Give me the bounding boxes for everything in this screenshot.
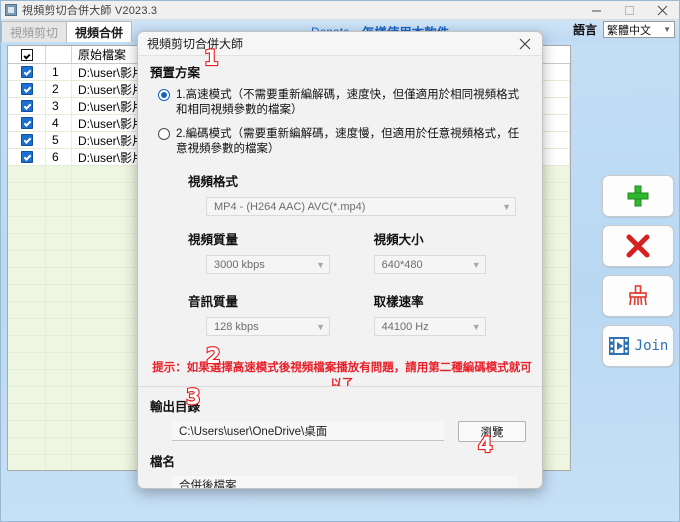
output-dir-label: 輸出目錄 — [150, 400, 201, 414]
chevron-down-icon: ▼ — [471, 321, 481, 332]
filename-label: 檔名 — [150, 455, 176, 469]
row-index: 1 — [46, 64, 72, 80]
output-dir-value: C:\Users\user\OneDrive\桌面 — [179, 426, 328, 438]
video-size-value: 640*480 — [381, 258, 423, 271]
clear-list-button[interactable] — [602, 275, 674, 317]
checkbox-checked-icon — [20, 66, 33, 78]
preset-option-encode[interactable]: 2.編碼模式（需要重新編解碼，速度慢，但適用於任意視頻格式，任意視頻參數的檔案） — [150, 127, 530, 157]
tool-rail: Join — [602, 175, 674, 367]
audio-quality-value: 128 kbps — [214, 320, 259, 333]
film-play-icon — [608, 337, 629, 355]
row-checkbox[interactable] — [8, 81, 46, 97]
dialog-title: 視頻剪切合併大師 — [147, 37, 244, 51]
close-icon[interactable] — [646, 1, 679, 20]
language-area: 語言 繁體中文 ▼ — [573, 21, 675, 38]
checkbox-checked-icon — [20, 83, 33, 95]
broom-icon — [629, 285, 647, 306]
column-index — [46, 46, 72, 63]
checkbox-checked-icon — [20, 151, 33, 163]
video-quality-label: 視頻質量 — [188, 233, 239, 247]
checkbox-icon — [20, 48, 33, 61]
maximize-icon[interactable] — [613, 1, 646, 20]
remove-file-button[interactable] — [602, 225, 674, 267]
preset-option-encode-label: 2.編碼模式（需要重新編解碼，速度慢，但適用於任意視頻格式，任意視頻參數的檔案） — [176, 128, 520, 155]
chevron-down-icon: ▼ — [471, 259, 481, 270]
video-size-label: 視頻大小 — [373, 233, 424, 247]
cross-icon — [626, 234, 650, 258]
row-index: 3 — [46, 98, 72, 114]
checkbox-checked-icon — [20, 100, 33, 112]
audio-group: 音訊質量 128 kbps ▼ 取樣速率 44100 Hz ▼ — [150, 291, 530, 336]
row-checkbox[interactable] — [8, 132, 46, 148]
app-icon — [5, 4, 17, 16]
application-window: 視頻剪切合併大師 V2023.3 視頻剪切 視頻合併 Donate 怎樣使用本軟… — [0, 0, 680, 522]
minimize-icon[interactable] — [580, 1, 613, 20]
video-format-group: 視頻格式 MP4 - (H264 AAC) AVC(*.mp4) ▼ — [150, 171, 530, 216]
chevron-down-icon: ▼ — [316, 321, 325, 332]
audio-quality-label: 音訊質量 — [188, 295, 239, 309]
plus-icon — [627, 185, 649, 207]
video-quality-size-group: 視頻質量 3000 kbps ▼ 視頻大小 640*480 ▼ — [150, 229, 530, 274]
dialog-title-bar: 視頻剪切合併大師 — [138, 32, 542, 56]
row-checkbox[interactable] — [8, 98, 46, 114]
merge-settings-dialog: 視頻剪切合併大師 預置方案 1.高速模式（不需要重新編解碼，速度快，但僅適用於相… — [137, 31, 543, 489]
video-format-value: MP4 - (H264 AAC) AVC(*.mp4) — [214, 200, 366, 213]
annotation-4: 4 — [477, 433, 494, 457]
audio-quality-select[interactable]: 128 kbps ▼ — [206, 317, 330, 336]
sample-rate-value: 44100 Hz — [381, 320, 429, 333]
tab-video-cut[interactable]: 視頻剪切 — [1, 21, 68, 42]
annotation-3: 3 — [185, 385, 202, 409]
chevron-down-icon: ▼ — [663, 25, 671, 34]
row-checkbox[interactable] — [8, 149, 46, 165]
filename-input[interactable]: 合併後檔案 — [172, 476, 518, 489]
annotation-1: 1 — [203, 46, 220, 70]
video-format-label: 視頻格式 — [188, 175, 239, 189]
sample-rate-label: 取樣速率 — [373, 295, 424, 309]
filename-value: 合併後檔案 — [179, 480, 237, 489]
language-select[interactable]: 繁體中文 ▼ — [603, 21, 675, 38]
sample-rate-select[interactable]: 44100 Hz ▼ — [373, 317, 486, 336]
row-index: 2 — [46, 81, 72, 97]
checkbox-checked-icon — [20, 117, 33, 129]
radio-icon[interactable] — [158, 128, 170, 140]
video-size-select[interactable]: 640*480 ▼ — [373, 255, 486, 274]
video-quality-value: 3000 kbps — [214, 258, 265, 271]
add-files-button[interactable] — [602, 175, 674, 217]
row-checkbox[interactable] — [8, 115, 46, 131]
row-index: 5 — [46, 132, 72, 148]
language-label: 語言 — [572, 23, 597, 37]
video-quality-select[interactable]: 3000 kbps ▼ — [206, 255, 330, 274]
join-button-label: Join — [634, 338, 669, 354]
dialog-close-icon[interactable] — [514, 34, 536, 54]
row-index: 6 — [46, 149, 72, 165]
tab-video-merge[interactable]: 視頻合併 — [66, 21, 133, 42]
row-checkbox[interactable] — [8, 64, 46, 80]
annotation-2: 2 — [205, 344, 222, 368]
output-dir-input[interactable]: C:\Users\user\OneDrive\桌面 — [172, 422, 444, 441]
dialog-body: 預置方案 1.高速模式（不需要重新編解碼，速度快，但僅適用於相同視頻格式和相同視… — [138, 56, 542, 489]
join-button[interactable]: Join — [602, 325, 674, 367]
radio-icon-selected[interactable] — [158, 89, 170, 101]
language-value: 繁體中文 — [607, 24, 651, 37]
checkbox-checked-icon — [20, 134, 33, 146]
preset-option-fast-label: 1.高速模式（不需要重新編解碼，速度快，但僅適用於相同視頻格式和相同視頻參數的檔… — [176, 89, 520, 116]
select-all-checkbox[interactable] — [8, 46, 46, 63]
chevron-down-icon: ▼ — [502, 201, 511, 212]
title-bar: 視頻剪切合併大師 V2023.3 — [1, 1, 679, 20]
preset-option-fast[interactable]: 1.高速模式（不需要重新編解碼，速度快，但僅適用於相同視頻格式和相同視頻參數的檔… — [150, 88, 530, 118]
window-title: 視頻剪切合併大師 V2023.3 — [22, 5, 158, 17]
video-format-select[interactable]: MP4 - (H264 AAC) AVC(*.mp4) ▼ — [206, 197, 516, 216]
window-controls — [580, 1, 679, 20]
row-index: 4 — [46, 115, 72, 131]
chevron-down-icon: ▼ — [316, 259, 325, 270]
